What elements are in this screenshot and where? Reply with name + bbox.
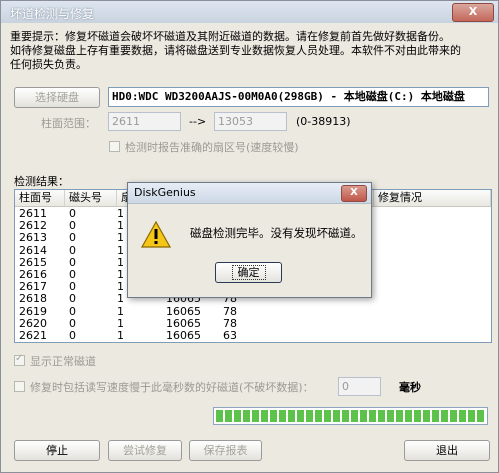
table-row[interactable]: 2619 0 1 16065 78 [15, 304, 491, 318]
cell-value-b: 63 [223, 329, 237, 342]
cell-sector: 1 [117, 243, 124, 257]
notice-line-3: 任何损失负责。 [10, 58, 87, 71]
cylinder-from-input[interactable]: 2611 [108, 112, 181, 131]
dialog-ok-label: 确定 [231, 265, 266, 280]
cell-cylinder: 2616 [19, 268, 47, 281]
try-repair-button[interactable]: 尝试修复 [108, 440, 182, 461]
cell-head: 0 [69, 231, 76, 245]
cell-cylinder: 2614 [19, 243, 47, 257]
message-dialog: DiskGenius X 磁盘检测完毕。没有发现坏磁道。 确定 [127, 182, 372, 298]
cylinder-arrow: --> [189, 115, 207, 128]
cell-head: 0 [69, 243, 76, 257]
cell-head: 0 [69, 219, 76, 233]
cell-value-a: 16065 [166, 329, 201, 342]
cylinder-range-label: 柱面范围： [41, 117, 96, 130]
disk-info-field: HD0:WDC WD3200AAJS-00M0A0(298GB) - 本地磁盘(… [108, 87, 489, 107]
dialog-ok-button[interactable]: 确定 [215, 262, 282, 283]
cell-sector: 1 [117, 304, 124, 318]
cell-sector: 1 [117, 219, 124, 233]
progress-bar [213, 407, 488, 425]
ms-unit-label: 毫秒 [399, 381, 421, 394]
cell-sector: 1 [117, 255, 124, 269]
cell-head: 0 [69, 255, 76, 269]
cell-sector: 1 [117, 280, 124, 294]
cell-head: 0 [69, 280, 76, 294]
cell-sector: 1 [117, 207, 124, 220]
dialog-title-bar: DiskGenius X [128, 183, 371, 204]
repair-slow-label: 修复时包括读写速度慢于此毫秒数的好磁道(不破坏数据)： [30, 381, 314, 394]
dialog-close-button[interactable]: X [341, 185, 367, 202]
cell-head: 0 [69, 329, 76, 342]
cell-head: 0 [69, 292, 76, 306]
cell-cylinder: 2611 [19, 207, 47, 220]
cylinder-to-input[interactable]: 13053 [214, 112, 287, 131]
show-normal-checkbox[interactable] [14, 353, 25, 366]
cell-cylinder: 2620 [19, 316, 47, 330]
select-disk-button[interactable]: 选择硬盘 [14, 87, 100, 108]
table-row[interactable]: 2620 0 1 16065 78 [15, 316, 491, 330]
cell-sector: 1 [117, 292, 124, 306]
title-bar: 坏道检测与修复 X [1, 1, 498, 23]
save-report-button[interactable]: 保存报表 [189, 440, 262, 461]
repair-slow-checkbox[interactable] [14, 381, 25, 392]
cell-cylinder: 2617 [19, 280, 47, 294]
cell-cylinder: 2612 [19, 219, 47, 233]
cell-value-a: 16065 [166, 304, 201, 318]
dialog-message: 磁盘检测完毕。没有发现坏磁道。 [190, 226, 363, 240]
dialog-title: DiskGenius [134, 186, 196, 199]
report-sector-checkbox[interactable] [109, 141, 120, 152]
cell-head: 0 [69, 268, 76, 281]
window-close-button[interactable]: X [452, 3, 494, 22]
report-sector-label: 检测时报告准确的扇区号(速度较慢) [125, 141, 299, 154]
cell-sector: 1 [117, 329, 124, 342]
results-label: 检测结果： [14, 175, 69, 188]
warning-icon [141, 221, 171, 248]
cell-cylinder: 2621 [19, 329, 47, 342]
cell-cylinder: 2619 [19, 304, 47, 318]
cell-sector: 1 [117, 231, 124, 245]
header-head[interactable]: 磁头号 [65, 190, 117, 206]
cell-value-b: 78 [223, 304, 237, 318]
cell-cylinder: 2613 [19, 231, 47, 245]
exit-button[interactable]: 退出 [404, 440, 490, 461]
cylinder-total-range: (0-38913) [296, 115, 351, 128]
window-title: 坏道检测与修复 [10, 7, 95, 21]
cell-value-b: 78 [223, 316, 237, 330]
ms-threshold-input[interactable]: 0 [338, 377, 381, 396]
cell-head: 0 [69, 207, 76, 220]
bad-track-window: 坏道检测与修复 X 重要提示：修复坏磁道会破坏坏磁道及其附近磁道的数据。请在修复… [0, 0, 499, 473]
cell-cylinder: 2618 [19, 292, 47, 306]
cell-sector: 1 [117, 268, 124, 281]
progress-fill [216, 410, 485, 422]
table-row[interactable]: 2621 0 1 16065 63 [15, 330, 491, 342]
header-repair-status[interactable]: 修复情况 [373, 190, 491, 206]
cell-head: 0 [69, 304, 76, 318]
show-normal-label: 显示正常磁道 [30, 355, 96, 368]
cell-cylinder: 2615 [19, 255, 47, 269]
cell-head: 0 [69, 316, 76, 330]
cell-sector: 1 [117, 316, 124, 330]
header-cylinder[interactable]: 柱面号 [15, 190, 65, 206]
stop-button[interactable]: 停止 [14, 440, 100, 461]
cell-value-a: 16065 [166, 316, 201, 330]
